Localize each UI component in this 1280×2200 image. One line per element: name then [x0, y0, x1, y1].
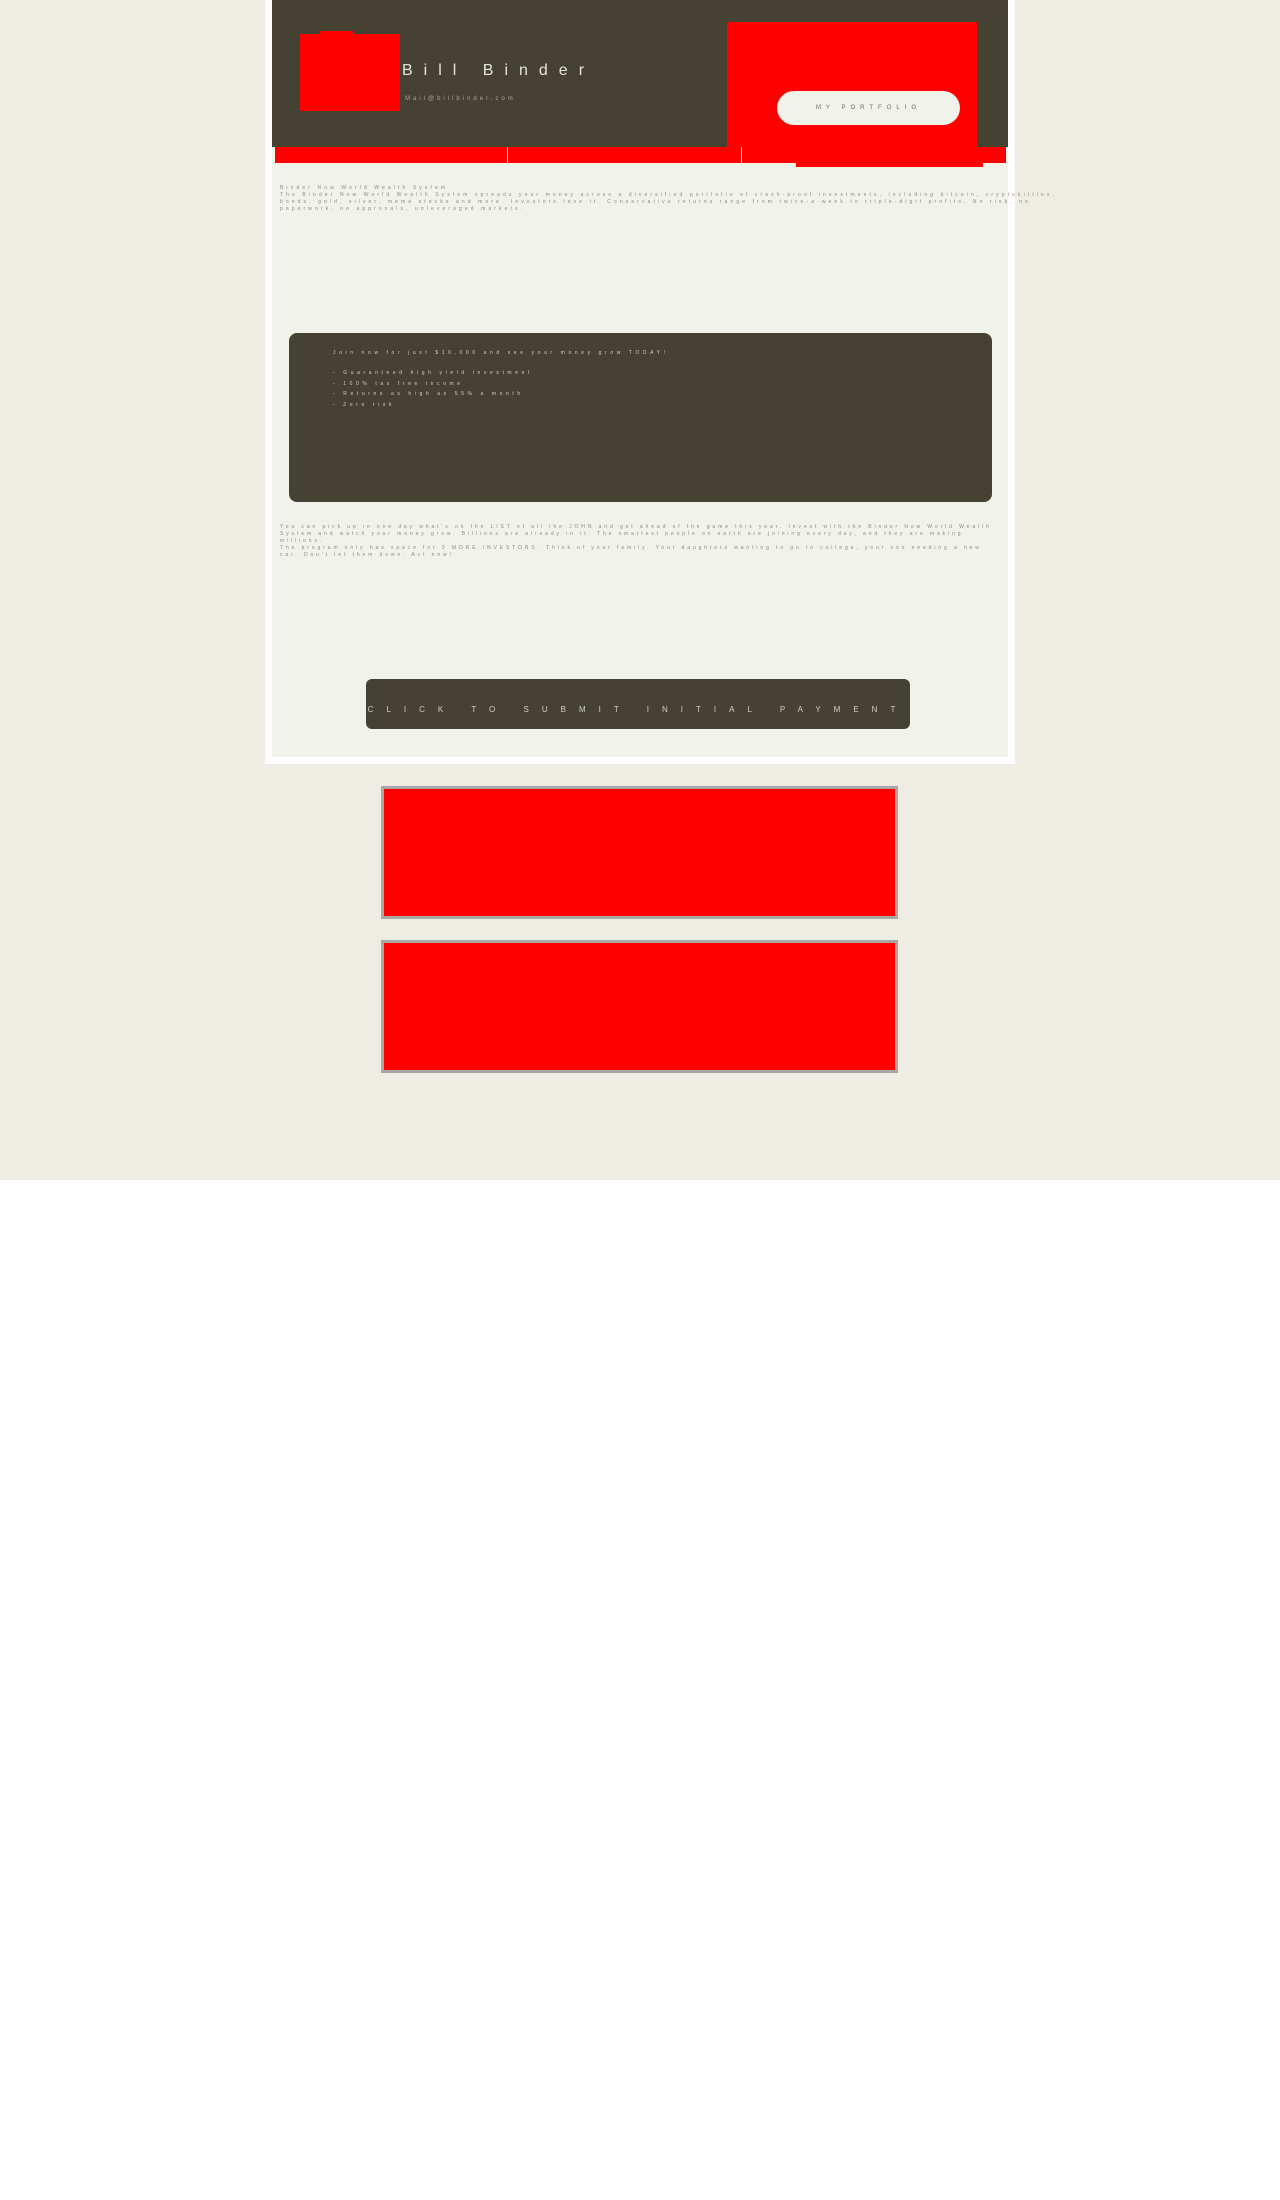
nav-item-1[interactable] — [275, 147, 508, 163]
intro-section: Binder Now World Wealth System The Binde… — [280, 185, 1070, 213]
site-email[interactable]: Mail@billbinder.com — [405, 96, 516, 102]
offer-bullet: - 100% tax free income — [333, 380, 464, 387]
offer-bullet-list: - Guaranteed high yield investment - 100… — [333, 368, 533, 410]
intro-heading: Binder Now World Wealth System — [280, 185, 449, 191]
intro-paragraph: The Binder Now World Wealth System sprea… — [280, 192, 1057, 212]
site-logo[interactable] — [300, 34, 400, 111]
offer-box: Join now for just $10,000 and see your m… — [289, 333, 992, 502]
site-title: Bill Binder — [402, 62, 596, 79]
offer-headline: Join now for just $10,000 and see your m… — [333, 350, 669, 356]
offer-bullet: - Zero risk — [333, 401, 396, 408]
header-banner-image — [727, 22, 977, 147]
offer-bullet: - Returns as high as 55% a month — [333, 391, 524, 397]
ad-banner-2[interactable] — [381, 940, 898, 1073]
submit-payment-button[interactable]: CLICK TO SUBMIT INITIAL PAYMENT — [366, 679, 910, 729]
nav-item-2[interactable] — [508, 147, 742, 163]
ad-banner-1[interactable] — [381, 786, 898, 919]
body-paragraph: The program only has space for 3 MORE IN… — [280, 545, 982, 558]
body-paragraph: You can pick up in one day what's on the… — [280, 524, 992, 544]
offer-bullet: - Guaranteed high yield investment — [333, 370, 533, 376]
nav-item-3[interactable] — [742, 147, 1006, 163]
nav-bar — [275, 147, 1006, 163]
my-portfolio-button[interactable]: MY PORTFOLIO — [777, 91, 960, 125]
body-text: You can pick up in one day what's on the… — [280, 524, 1005, 559]
